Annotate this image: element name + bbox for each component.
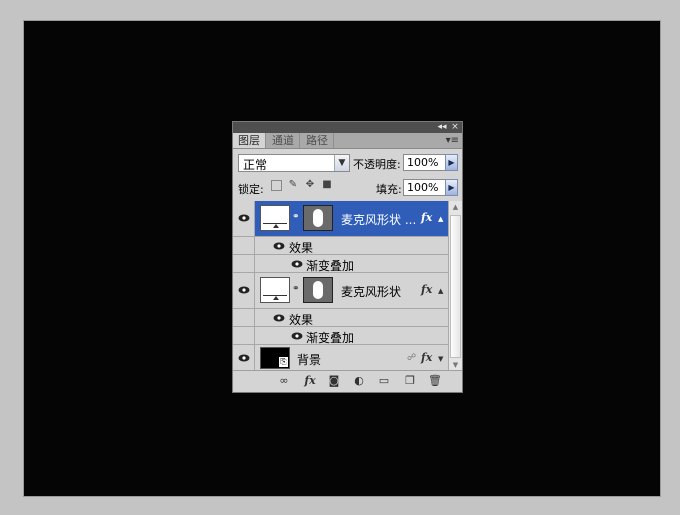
effects-label: 效果 [289,313,314,327]
fx-icon[interactable]: fx [421,211,432,224]
tab-channels[interactable]: 通道 [267,133,300,148]
layer-row-background[interactable]: ⎘ 背景 ☍ fx ▼ [233,345,448,372]
visibility-toggle[interactable] [233,327,255,344]
lock-transparency-icon[interactable] [271,180,282,191]
visibility-toggle[interactable] [233,309,255,326]
fx-icon[interactable]: fx [421,351,432,364]
eye-icon[interactable] [273,314,285,322]
lock-position-icon[interactable]: ✥ [304,179,316,191]
tab-layers[interactable]: 图层 [233,133,266,148]
lock-pixels-icon[interactable]: ✎ [287,179,299,191]
expand-caret-icon[interactable]: ▼ [438,355,443,363]
new-layer-icon[interactable]: ❐ [403,374,417,388]
effect-item-label: 渐变叠加 [306,259,355,273]
layer-row-mic[interactable]: ⚭ 麦克风形状 fx ▲ [233,273,448,309]
effects-label: 效果 [289,241,314,255]
layers-scrollbar[interactable]: ▲ ▼ [448,201,462,372]
eye-icon[interactable] [273,242,285,250]
effect-item-row[interactable]: 渐变叠加 [233,327,448,345]
chain-link-icon[interactable]: ⚭ [292,284,300,294]
tab-paths[interactable]: 路径 [301,133,334,148]
link-layers-icon[interactable]: ∞ [275,374,293,388]
fill-field[interactable]: 100% [403,179,448,196]
eye-icon [238,286,250,294]
panel-tabs: 图层 通道 路径 ▾≡ [233,133,462,149]
fx-icon[interactable]: fx [421,283,432,296]
layers-panel: ◂◂ × 图层 通道 路径 ▾≡ 正常 ▼ 不透明度: 100% ▶ 锁定: ✎… [232,121,463,393]
eye-icon[interactable] [291,260,303,268]
layers-list: ⚭ 麦克风形状 ... fx ▲ 效果 渐变叠加 ⚭ 麦克风形状 fx ▲ 效果… [233,201,448,372]
scroll-thumb[interactable] [450,215,461,358]
visibility-toggle[interactable] [233,273,255,308]
fill-slider-icon[interactable]: ▶ [445,179,458,196]
lock-icon: ☍ [407,353,417,363]
effect-item-label: 渐变叠加 [306,331,355,345]
layer-name[interactable]: 麦克风形状 [341,283,401,300]
visibility-toggle[interactable] [233,237,255,254]
visibility-toggle[interactable] [233,255,255,272]
layer-thumbnail[interactable] [260,277,290,303]
vector-mask-thumbnail[interactable] [303,277,333,303]
eye-icon [238,354,250,362]
lock-all-icon[interactable]: ■ [321,179,333,191]
layer-thumbnail[interactable] [260,205,290,231]
group-icon[interactable]: ▭ [377,374,391,388]
opacity-slider-icon[interactable]: ▶ [445,154,458,171]
vector-mask-thumbnail[interactable] [303,205,333,231]
effects-row[interactable]: 效果 [233,309,448,327]
eye-icon [238,214,250,222]
visibility-toggle[interactable] [233,201,255,236]
close-icon[interactable]: × [449,122,461,133]
chain-link-icon[interactable]: ⚭ [292,212,300,222]
blend-mode-value: 正常 [243,158,268,172]
effect-item-row[interactable]: 渐变叠加 [233,255,448,273]
eye-icon[interactable] [291,332,303,340]
effects-row[interactable]: 效果 [233,237,448,255]
lock-label: 锁定: [238,183,264,196]
layers-bottom-toolbar: ∞ fx ◙ ◐ ▭ ❐ 🗑 [233,370,462,392]
adjustment-layer-icon[interactable]: ◐ [351,374,367,388]
expand-caret-icon[interactable]: ▲ [438,287,443,295]
layer-row-mic-copy[interactable]: ⚭ 麦克风形状 ... fx ▲ [233,201,448,237]
scroll-up-icon[interactable]: ▲ [449,201,462,214]
collapse-icon[interactable]: ◂◂ [436,122,448,133]
background-thumbnail[interactable]: ⎘ [260,347,290,369]
fill-label: 填充: [376,183,402,196]
blend-mode-select[interactable]: 正常 ▼ [238,154,350,172]
delete-icon[interactable]: 🗑 [428,374,442,388]
smart-object-icon: ⎘ [279,357,288,367]
add-mask-icon[interactable]: ◙ [327,374,341,388]
chevron-down-icon[interactable]: ▼ [334,155,349,171]
panel-menu-icon[interactable]: ▾≡ [446,133,459,148]
opacity-label: 不透明度: [353,158,401,171]
opacity-field[interactable]: 100% [403,154,448,171]
layer-name[interactable]: 麦克风形状 ... [341,211,416,228]
add-style-icon[interactable]: fx [301,374,319,388]
expand-caret-icon[interactable]: ▲ [438,215,443,223]
visibility-toggle[interactable] [233,345,255,372]
layer-name[interactable]: 背景 [297,351,321,368]
